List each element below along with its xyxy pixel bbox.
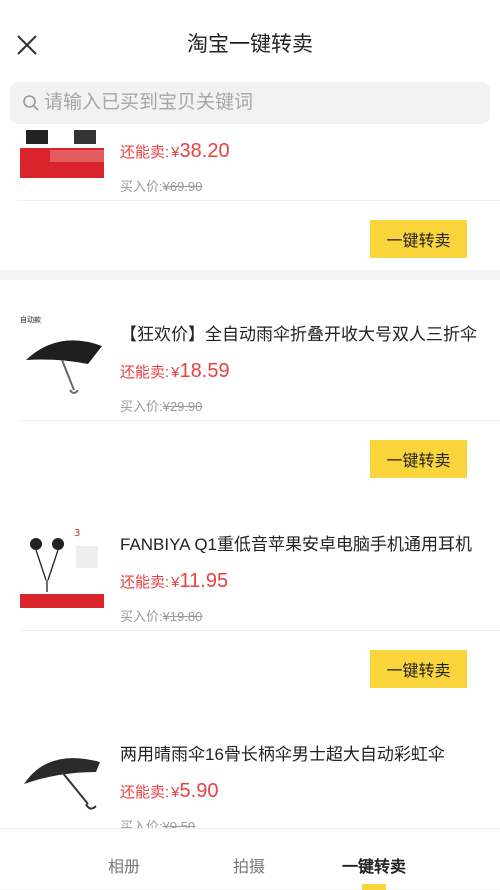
tab-album[interactable]: 相册 — [108, 853, 140, 877]
tab-camera[interactable]: 拍摄 — [233, 853, 265, 877]
list-item: 自动款 【狂欢价】全自动雨伞折叠开收大号双人三折伞 还能卖: ¥18.59 买入价… — [0, 280, 500, 490]
product-thumbnail: 自动款 — [18, 312, 106, 400]
product-thumbnail — [18, 128, 106, 180]
resale-price: 还能卖: ¥11.95 — [120, 570, 229, 592]
header-bar: 淘宝一键转卖 — [0, 0, 500, 78]
purchase-price: 买入价:¥9.50 — [120, 819, 196, 828]
bottom-tab-bar: 相册 拍摄 一键转卖 — [0, 828, 500, 890]
resale-price: 还能卖: ¥38.20 — [120, 140, 230, 162]
divider — [18, 630, 500, 631]
product-thumbnail — [18, 732, 106, 820]
active-tab-indicator — [362, 884, 386, 890]
search-icon — [23, 95, 39, 111]
resale-price: 还能卖: ¥5.90 — [120, 780, 219, 802]
product-thumbnail: 3 — [18, 522, 106, 610]
svg-text:3: 3 — [74, 528, 80, 539]
product-list: 还能卖: ¥38.20 买入价:¥69.90 一键转卖 自动款 【狂欢价】全自动雨… — [0, 128, 500, 828]
list-item: 3 FANBIYA Q1重低音苹果安卓电脑手机通用耳机 还能卖: ¥11.95 买… — [0, 490, 500, 700]
page-title: 淘宝一键转卖 — [187, 33, 313, 56]
product-name[interactable]: FANBIYA Q1重低音苹果安卓电脑手机通用耳机 — [120, 530, 480, 555]
product-name[interactable]: 两用晴雨伞16骨长柄伞男士超大自动彩虹伞 — [120, 740, 480, 765]
purchase-price: 买入价:¥29.90 — [120, 399, 203, 414]
product-name[interactable]: 【狂欢价】全自动雨伞折叠开收大号双人三折伞 — [120, 320, 480, 345]
purchase-price: 买入价:¥19.80 — [120, 609, 203, 624]
divider — [18, 420, 500, 421]
resell-button[interactable]: 一键转卖 — [370, 440, 467, 478]
resell-button[interactable]: 一键转卖 — [370, 650, 467, 688]
list-item: 还能卖: ¥38.20 买入价:¥69.90 一键转卖 — [0, 128, 500, 270]
tab-resell[interactable]: 一键转卖 — [342, 853, 406, 877]
resell-button[interactable]: 一键转卖 — [370, 220, 467, 258]
svg-text:自动款: 自动款 — [20, 315, 41, 324]
purchase-price: 买入价:¥69.90 — [120, 179, 203, 194]
list-item: 两用晴雨伞16骨长柄伞男士超大自动彩虹伞 还能卖: ¥5.90 买入价:¥9.50 — [0, 700, 500, 828]
resale-price: 还能卖: ¥18.59 — [120, 360, 230, 382]
search-input[interactable] — [44, 88, 474, 118]
divider — [18, 200, 500, 201]
search-bar — [0, 78, 500, 128]
search-box[interactable] — [10, 82, 490, 124]
